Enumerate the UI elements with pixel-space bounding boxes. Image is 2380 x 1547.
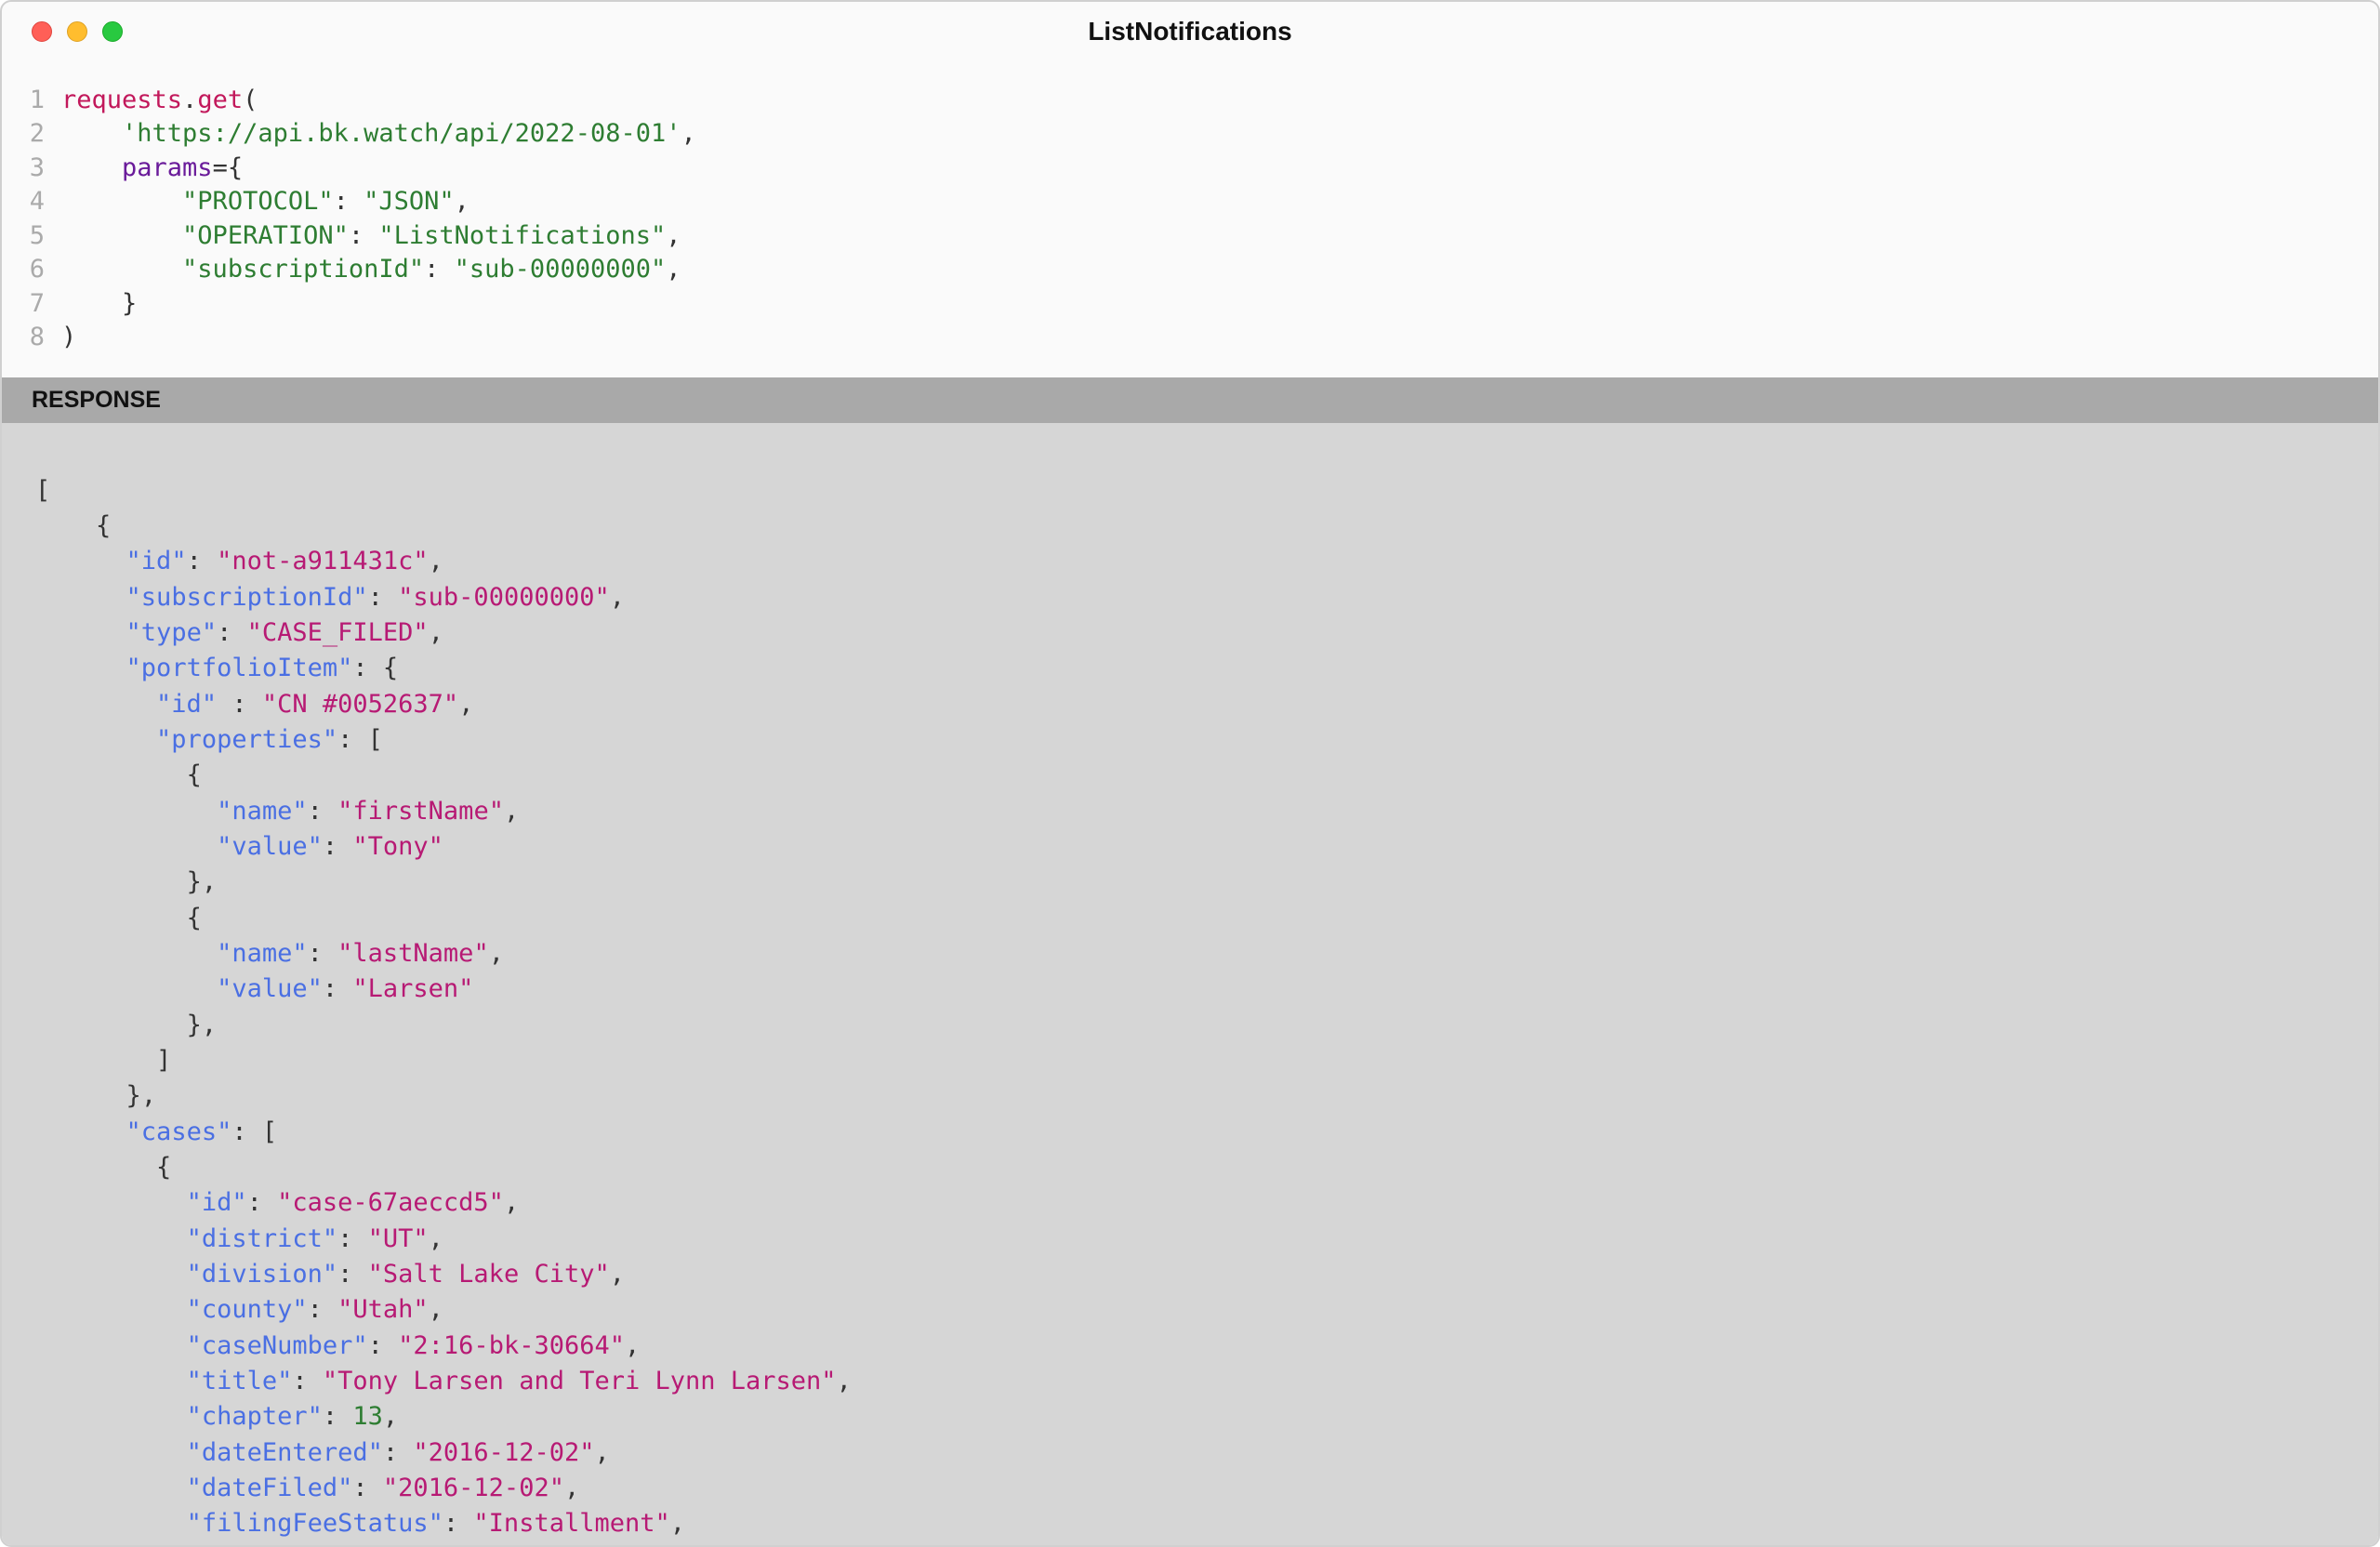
json-token: "title" — [187, 1367, 293, 1395]
code-token: . — [182, 86, 197, 114]
response-header: RESPONSE — [2, 377, 2378, 423]
code-editor[interactable]: 1 requests.get( 2 'https://api.bk.watch/… — [2, 61, 2378, 377]
code-token: get — [197, 86, 243, 114]
json-token: { — [96, 511, 111, 540]
json-token: "type" — [126, 618, 218, 647]
json-token: "lastName" — [337, 939, 489, 968]
json-token: "Installment" — [473, 1509, 669, 1538]
json-token: "chapter" — [187, 1402, 323, 1431]
code-token: : — [424, 255, 455, 284]
json-token: "id" — [187, 1188, 247, 1217]
line-number: 4 — [2, 185, 61, 218]
line-number: 7 — [2, 287, 61, 321]
line-number: 2 — [2, 117, 61, 151]
close-icon[interactable] — [32, 21, 52, 42]
code-token: "sub-00000000" — [455, 255, 667, 284]
json-token: "UT" — [368, 1224, 429, 1253]
code-token: "subscriptionId" — [182, 255, 424, 284]
code-token: ) — [61, 323, 76, 351]
code-token: : — [334, 187, 364, 216]
code-token: params — [122, 153, 213, 182]
maximize-icon[interactable] — [102, 21, 123, 42]
json-token: "Utah" — [337, 1295, 429, 1324]
json-token: "2016-12-02" — [383, 1474, 564, 1502]
response-body[interactable]: [ { "id": "not-a911431c", "subscriptionI… — [2, 423, 2378, 1546]
line-number: 1 — [2, 84, 61, 117]
window-title: ListNotifications — [24, 17, 2356, 46]
code-token: "JSON" — [364, 187, 455, 216]
json-token: "dateEntered" — [187, 1438, 383, 1467]
code-token: , — [455, 187, 469, 216]
json-token: "properties" — [156, 725, 337, 754]
json-token: "2:16-bk-30664" — [398, 1331, 625, 1360]
line-number: 5 — [2, 219, 61, 253]
json-token: "id" — [126, 547, 187, 575]
json-token: "CN #0052637" — [262, 690, 458, 719]
json-token: "2016-12-02" — [413, 1438, 594, 1467]
json-token: "CASE_FILED" — [247, 618, 429, 647]
code-token: "ListNotifications" — [378, 221, 666, 250]
json-token: "Salt Lake City" — [368, 1260, 610, 1289]
json-token: "name" — [217, 939, 308, 968]
json-token: "filingFeeStatus" — [187, 1509, 443, 1538]
json-token: "not-a911431c" — [217, 547, 429, 575]
code-token: { — [228, 153, 243, 182]
json-token: "district" — [187, 1224, 338, 1253]
json-token: "Larsen" — [352, 974, 473, 1003]
json-token: "id" — [156, 690, 217, 719]
json-token: 13 — [352, 1402, 383, 1431]
json-token: "county" — [187, 1295, 308, 1324]
code-token: "PROTOCOL" — [182, 187, 334, 216]
minimize-icon[interactable] — [67, 21, 87, 42]
json-token: "portfolioItem" — [126, 654, 353, 682]
code-token: ( — [243, 86, 258, 114]
code-token: } — [122, 289, 137, 318]
json-token: "value" — [217, 974, 323, 1003]
code-token: : — [349, 221, 379, 250]
json-token: "firstName" — [337, 797, 504, 826]
code-token: 'https://api.bk.watch/api/2022-08-01' — [122, 119, 681, 148]
json-token: "division" — [187, 1260, 338, 1289]
json-token: "Tony" — [352, 832, 443, 861]
json-token: "Tony Larsen and Teri Lynn Larsen" — [323, 1367, 837, 1395]
code-token: = — [213, 153, 228, 182]
json-token: "caseNumber" — [187, 1331, 368, 1360]
traffic-lights — [32, 21, 123, 42]
window: ListNotifications 1 requests.get( 2 'htt… — [0, 0, 2380, 1547]
titlebar: ListNotifications — [2, 2, 2378, 61]
json-token: "dateFiled" — [187, 1474, 353, 1502]
line-number: 6 — [2, 253, 61, 286]
code-token: "OPERATION" — [182, 221, 349, 250]
json-token: "sub-00000000" — [398, 583, 610, 612]
json-token: "case-67aeccd5" — [277, 1188, 504, 1217]
json-token: "subscriptionId" — [126, 583, 368, 612]
code-token: , — [666, 221, 681, 250]
code-token: requests — [61, 86, 182, 114]
line-number: 3 — [2, 152, 61, 185]
code-token: , — [666, 255, 681, 284]
json-token: [ — [35, 476, 50, 505]
json-token: "name" — [217, 797, 308, 826]
line-number: 8 — [2, 321, 61, 354]
code-token: , — [681, 119, 695, 148]
json-token: "value" — [217, 832, 323, 861]
json-token: "cases" — [126, 1117, 232, 1146]
